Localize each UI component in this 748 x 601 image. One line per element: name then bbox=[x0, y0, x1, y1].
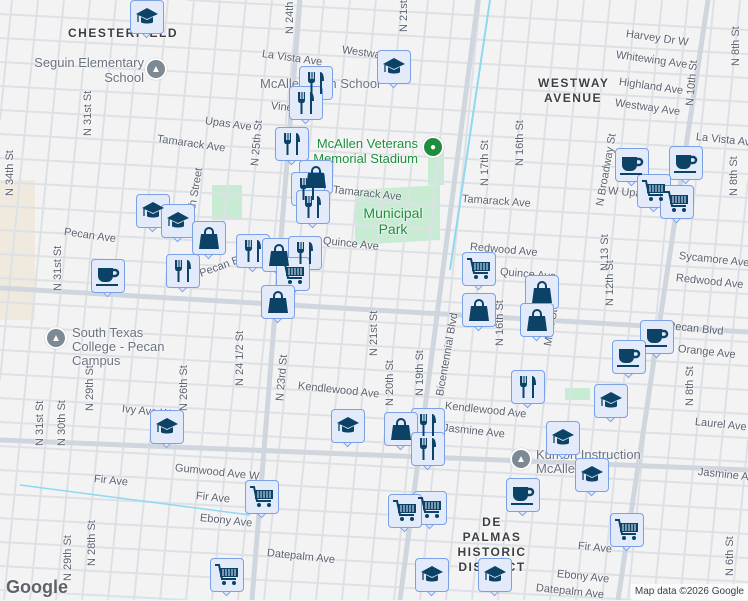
poi-seguin[interactable]: Seguin Elementary School bbox=[24, 55, 144, 85]
street-label: N 8th St bbox=[728, 156, 740, 196]
street-label: N 24 1/2 St bbox=[234, 330, 246, 386]
grocery-marker[interactable] bbox=[245, 480, 279, 521]
school-marker[interactable] bbox=[575, 458, 609, 499]
college-poi-icon: ▲ bbox=[45, 327, 67, 349]
google-logo[interactable]: Google bbox=[6, 576, 68, 598]
grocery-marker[interactable] bbox=[388, 494, 422, 535]
school-icon bbox=[150, 410, 184, 444]
school-icon bbox=[161, 204, 195, 238]
school-marker[interactable] bbox=[161, 204, 195, 245]
street-label: N 21st St bbox=[368, 310, 380, 356]
restaurant-marker[interactable] bbox=[411, 432, 445, 473]
shopping-icon bbox=[261, 285, 295, 319]
coffee-marker[interactable] bbox=[91, 259, 125, 300]
street-label: N 12th St bbox=[604, 260, 616, 306]
grocery-marker[interactable] bbox=[462, 252, 496, 293]
shopping-icon bbox=[520, 303, 554, 337]
school-icon bbox=[575, 458, 609, 492]
grocery-icon bbox=[660, 185, 694, 219]
street-label: N 29th St bbox=[62, 535, 74, 581]
grocery-icon bbox=[276, 257, 310, 291]
shopping-marker[interactable] bbox=[462, 293, 496, 334]
school-icon bbox=[377, 50, 411, 84]
street-label: N 28th St bbox=[86, 520, 98, 566]
school-marker[interactable] bbox=[546, 421, 580, 462]
school-marker[interactable] bbox=[150, 410, 184, 451]
grocery-icon bbox=[245, 480, 279, 514]
grocery-icon bbox=[413, 491, 447, 525]
restaurant-marker[interactable] bbox=[296, 190, 330, 231]
street-label: N 20th St bbox=[384, 360, 396, 406]
school-marker[interactable] bbox=[377, 50, 411, 91]
restaurant-icon bbox=[166, 254, 200, 288]
school-icon bbox=[331, 409, 365, 443]
school-marker[interactable] bbox=[594, 384, 628, 425]
street-label: N 8th St bbox=[730, 26, 742, 66]
school-marker[interactable] bbox=[331, 409, 365, 450]
grocery-icon bbox=[210, 558, 244, 592]
restaurant-icon bbox=[511, 370, 545, 404]
restaurant-marker[interactable] bbox=[511, 370, 545, 411]
school-marker[interactable] bbox=[478, 558, 512, 599]
grocery-icon bbox=[388, 494, 422, 528]
coffee-icon bbox=[91, 259, 125, 293]
school-icon bbox=[594, 384, 628, 418]
street-label: N 34th St bbox=[4, 150, 16, 196]
street-label: N 31st St bbox=[34, 400, 46, 446]
shopping-icon bbox=[192, 221, 226, 255]
coffee-icon bbox=[506, 478, 540, 512]
school-icon bbox=[546, 421, 580, 455]
grocery-marker[interactable] bbox=[210, 558, 244, 599]
area-westway: WESTWAY AVENUE bbox=[538, 76, 610, 105]
school-icon bbox=[130, 0, 164, 34]
restaurant-icon bbox=[275, 127, 309, 161]
school-icon bbox=[478, 558, 512, 592]
street-label: N 21st St bbox=[398, 0, 410, 32]
grocery-icon bbox=[610, 513, 644, 547]
restaurant-marker[interactable] bbox=[166, 254, 200, 295]
grocery-icon bbox=[462, 252, 496, 286]
street-label: N 31st St bbox=[82, 90, 94, 136]
school-icon bbox=[415, 558, 449, 592]
shopping-icon bbox=[462, 293, 496, 327]
grocery-marker[interactable] bbox=[660, 185, 694, 226]
street-label: N 30th St bbox=[56, 400, 68, 446]
shopping-marker[interactable] bbox=[520, 303, 554, 344]
coffee-marker[interactable] bbox=[669, 146, 703, 187]
street-label: N 19th St bbox=[414, 350, 426, 396]
grocery-marker[interactable] bbox=[610, 513, 644, 554]
poi-south-texas-college[interactable]: South Texas College - Pecan Campus bbox=[72, 326, 187, 368]
park-small-2 bbox=[565, 388, 590, 400]
street-label: N 26th St bbox=[178, 365, 190, 411]
street-label: N 16th St bbox=[514, 120, 526, 166]
restaurant-icon bbox=[411, 432, 445, 466]
school-poi-icon: ▲ bbox=[145, 58, 167, 80]
school-marker[interactable] bbox=[415, 558, 449, 599]
shopping-marker[interactable] bbox=[261, 285, 295, 326]
street-label: N 29th St bbox=[84, 365, 96, 411]
street-label: N 24th St bbox=[284, 0, 296, 34]
stadium-icon: ● bbox=[422, 136, 444, 158]
coffee-marker[interactable] bbox=[612, 340, 646, 381]
street-label: N 8th St bbox=[684, 366, 696, 406]
poi-municipal-park[interactable]: Municipal Park bbox=[358, 205, 428, 237]
restaurant-icon bbox=[296, 190, 330, 224]
street-label: N 6th St bbox=[724, 536, 736, 576]
coffee-marker[interactable] bbox=[506, 478, 540, 519]
street-label: N 31st St bbox=[52, 245, 64, 291]
kumon-poi-icon: ▲ bbox=[510, 448, 532, 470]
street-label: N 17th St bbox=[479, 140, 491, 186]
coffee-icon bbox=[612, 340, 646, 374]
school-marker[interactable] bbox=[130, 0, 164, 41]
map-attribution[interactable]: Map data ©2026 Google bbox=[630, 584, 748, 600]
coffee-icon bbox=[669, 146, 703, 180]
